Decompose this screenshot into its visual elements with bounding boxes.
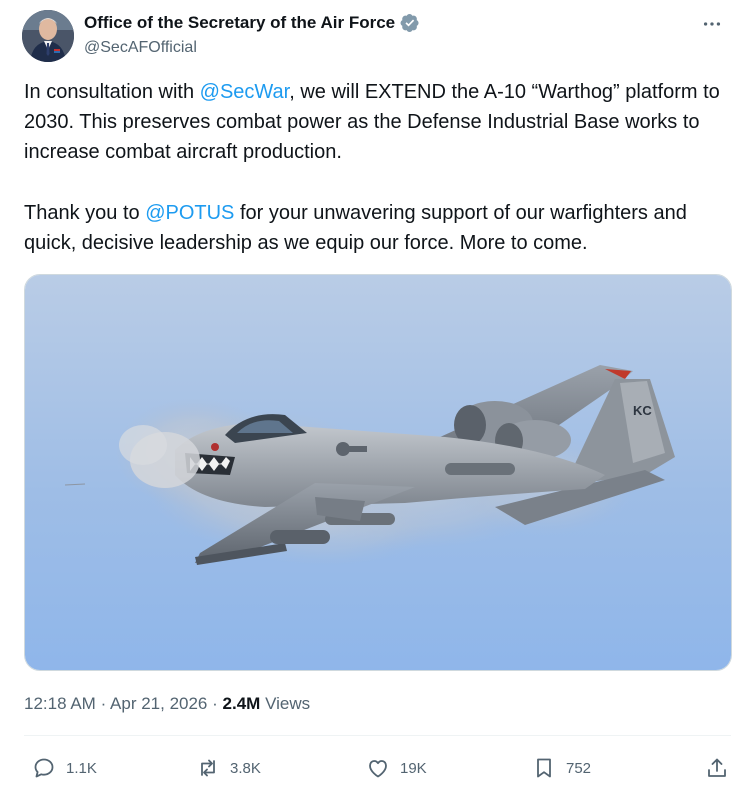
author-display-name[interactable]: Office of the Secretary of the Air Force xyxy=(84,12,420,34)
text-segment: In consultation with xyxy=(24,81,200,103)
mention-secwar-link[interactable]: @SecWar xyxy=(200,81,290,103)
heart-icon xyxy=(369,760,387,778)
author-avatar[interactable] xyxy=(22,10,74,62)
tail-code-text: KC xyxy=(633,403,652,418)
bookmark-icon xyxy=(537,758,551,778)
post-date[interactable]: Apr 21, 2026 xyxy=(110,694,207,713)
more-icon xyxy=(703,22,721,26)
post-media-photo[interactable]: KC xyxy=(24,274,732,671)
repost-count: 3.8K xyxy=(230,759,261,777)
bookmark-button[interactable]: 752 xyxy=(532,752,591,784)
post-paragraph-2: Thank you to @POTUS for your unwavering … xyxy=(24,198,724,258)
aircraft-photo: KC xyxy=(25,275,731,670)
views-label: Views xyxy=(265,694,311,713)
display-name-text: Office of the Secretary of the Air Force xyxy=(84,13,396,32)
meta-separator: · xyxy=(212,694,218,713)
post-paragraph-1: In consultation with @SecWar, we will EX… xyxy=(24,77,724,168)
bookmark-count: 752 xyxy=(566,759,592,777)
mention-potus-link[interactable]: @POTUS xyxy=(145,202,234,224)
post-header: Office of the Secretary of the Air Force… xyxy=(22,8,729,64)
text-segment: Thank you to xyxy=(24,201,146,224)
verified-badge-icon[interactable] xyxy=(400,13,420,33)
post-meta: 12:18 AM · Apr 21, 2026 · 2.4M Views xyxy=(24,693,310,715)
repost-icon xyxy=(201,759,215,777)
action-bar: 1.1K 3.8K 19K 752 xyxy=(24,752,729,784)
views-count: 2.4M xyxy=(222,694,261,713)
like-count: 19K xyxy=(400,759,427,777)
reply-count: 1.1K xyxy=(66,759,97,777)
more-options-button[interactable] xyxy=(695,12,729,36)
author-names: Office of the Secretary of the Air Force… xyxy=(84,12,420,59)
meta-separator: · xyxy=(100,694,107,713)
divider xyxy=(24,735,731,736)
author-handle[interactable]: @SecAFOfficial xyxy=(84,37,420,59)
repost-button[interactable]: 3.8K xyxy=(196,752,261,784)
post: Office of the Secretary of the Air Force… xyxy=(0,0,743,794)
reply-icon xyxy=(34,758,54,778)
reply-button[interactable]: 1.1K xyxy=(32,752,97,784)
share-icon xyxy=(708,758,726,777)
post-text: In consultation with @SecWar, we will EX… xyxy=(24,77,724,258)
post-time[interactable]: 12:18 AM xyxy=(24,694,96,713)
like-button[interactable]: 19K xyxy=(366,752,427,784)
avatar-image xyxy=(22,10,74,62)
share-button[interactable] xyxy=(705,752,729,784)
